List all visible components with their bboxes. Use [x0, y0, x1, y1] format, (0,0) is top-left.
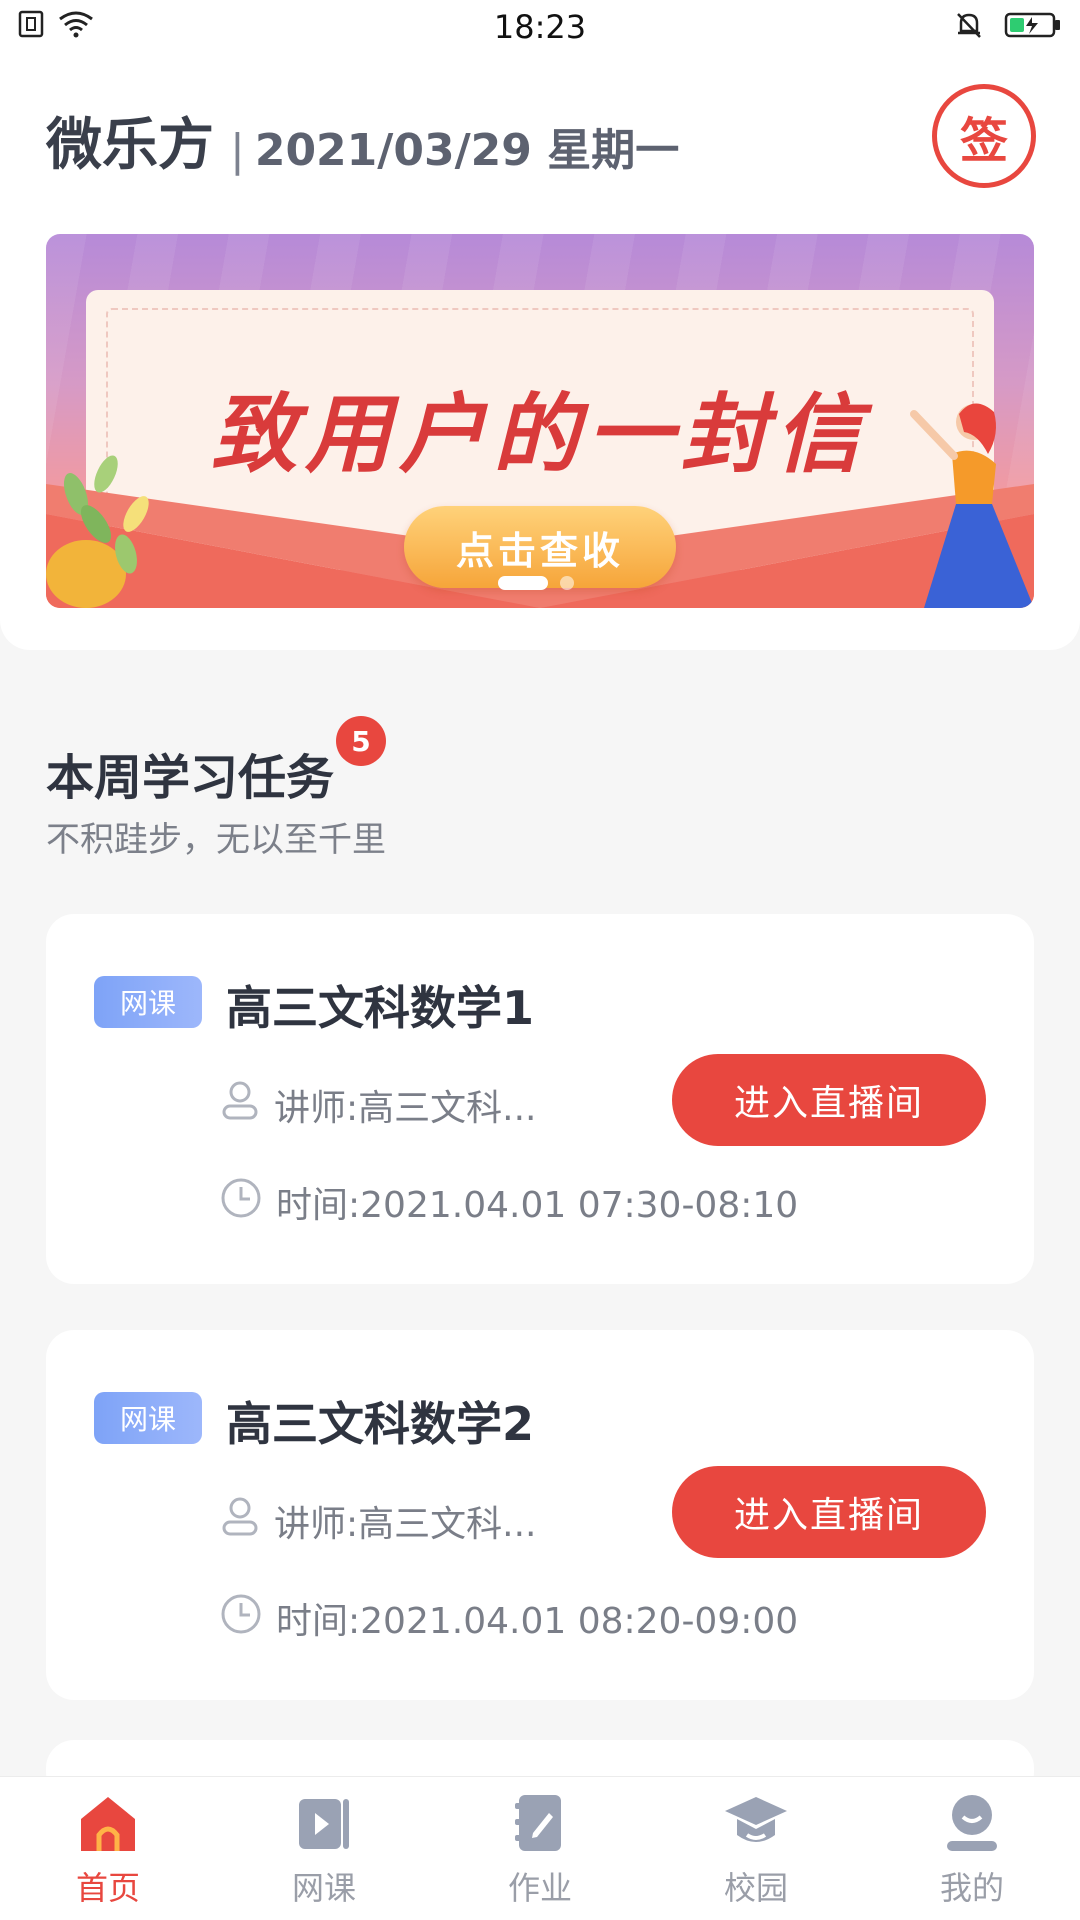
course-time-row: 时间:2021.04.01 08:20-09:00 [220, 1592, 798, 1644]
course-title: 高三文科数学1 [226, 981, 535, 1035]
header-area: 18:23 微乐方 | 2021/03/29 星期一 签 致用户的一封信 点击查收 [0, 0, 1080, 650]
app-title: 微乐方 [46, 113, 214, 178]
carousel-indicator [498, 576, 574, 590]
course-teacher: 讲师:高三文科... [274, 1503, 537, 1545]
homework-icon [505, 1791, 575, 1859]
course-card[interactable]: 网课 高三文科数学1 讲师:高三文科... 时间:2021.04.01 07:3… [46, 914, 1034, 1284]
course-time: 时间:2021.04.01 07:30-08:10 [276, 1185, 799, 1226]
nav-profile[interactable]: 我的 [864, 1777, 1080, 1920]
date-value: 2021/03/29 星期一 [254, 125, 680, 176]
user-icon [220, 1078, 260, 1131]
page-header: 微乐方 | 2021/03/29 星期一 签 [46, 84, 1040, 200]
user-icon [220, 1494, 260, 1547]
nav-home-label: 首页 [75, 1869, 140, 1907]
nav-home[interactable]: 首页 [0, 1777, 216, 1920]
status-bar: 18:23 [0, 0, 1080, 60]
plant-decoration-icon [46, 455, 149, 608]
course-type-tag: 网课 [94, 976, 202, 1028]
banner-title: 致用户的一封信 [211, 385, 869, 485]
nav-homework[interactable]: 作业 [432, 1777, 648, 1920]
course-time-row: 时间:2021.04.01 07:30-08:10 [220, 1176, 798, 1228]
bell-muted-icon [954, 10, 984, 44]
nav-profile-label: 我的 [939, 1869, 1004, 1907]
carousel-dot-active [498, 576, 548, 590]
section-subtitle: 不积跬步，无以至千里 [46, 820, 386, 860]
course-title: 高三文科数学2 [226, 1397, 535, 1451]
status-right [954, 10, 1062, 44]
enter-live-room-button[interactable]: 进入直播间 [672, 1054, 986, 1146]
nav-campus-label: 校园 [723, 1869, 788, 1907]
course-teacher-row: 讲师:高三文科... [220, 1494, 536, 1547]
girl-illustration-icon [910, 403, 1034, 608]
course-type-tag: 网课 [94, 1392, 202, 1444]
profile-icon [937, 1791, 1007, 1859]
course-teacher-row: 讲师:高三文科... [220, 1078, 536, 1131]
battery-icon [1004, 11, 1062, 43]
carousel-dot [560, 576, 574, 590]
task-count-badge: 5 [336, 716, 386, 766]
nav-homework-label: 作业 [507, 1869, 572, 1907]
course-teacher: 讲师:高三文科... [274, 1087, 537, 1129]
nav-video-course[interactable]: 网课 [216, 1777, 432, 1920]
nav-video-course-label: 网课 [291, 1869, 356, 1907]
section-title: 本周学习任务 [46, 750, 335, 806]
promo-banner[interactable]: 致用户的一封信 点击查收 [46, 234, 1034, 608]
status-time: 18:23 [493, 8, 587, 46]
bottom-navigation: 首页 网课 作业 校园 我的 [0, 1776, 1080, 1920]
nav-campus[interactable]: 校园 [648, 1777, 864, 1920]
course-time: 时间:2021.04.01 08:20-09:00 [276, 1601, 799, 1642]
graduation-cap-icon [721, 1791, 791, 1859]
home-icon [73, 1791, 143, 1859]
course-card[interactable]: 网课 高三文科数学2 讲师:高三文科... 时间:2021.04.01 08:2… [46, 1330, 1034, 1700]
sign-in-button[interactable]: 签 [932, 84, 1036, 188]
date-display: | 2021/03/29 星期一 [230, 114, 679, 178]
clock-icon [220, 1177, 262, 1228]
enter-live-room-button[interactable]: 进入直播间 [672, 1466, 986, 1558]
date-separator: | [230, 125, 245, 176]
clock-icon [220, 1593, 262, 1644]
video-course-icon [289, 1791, 359, 1859]
